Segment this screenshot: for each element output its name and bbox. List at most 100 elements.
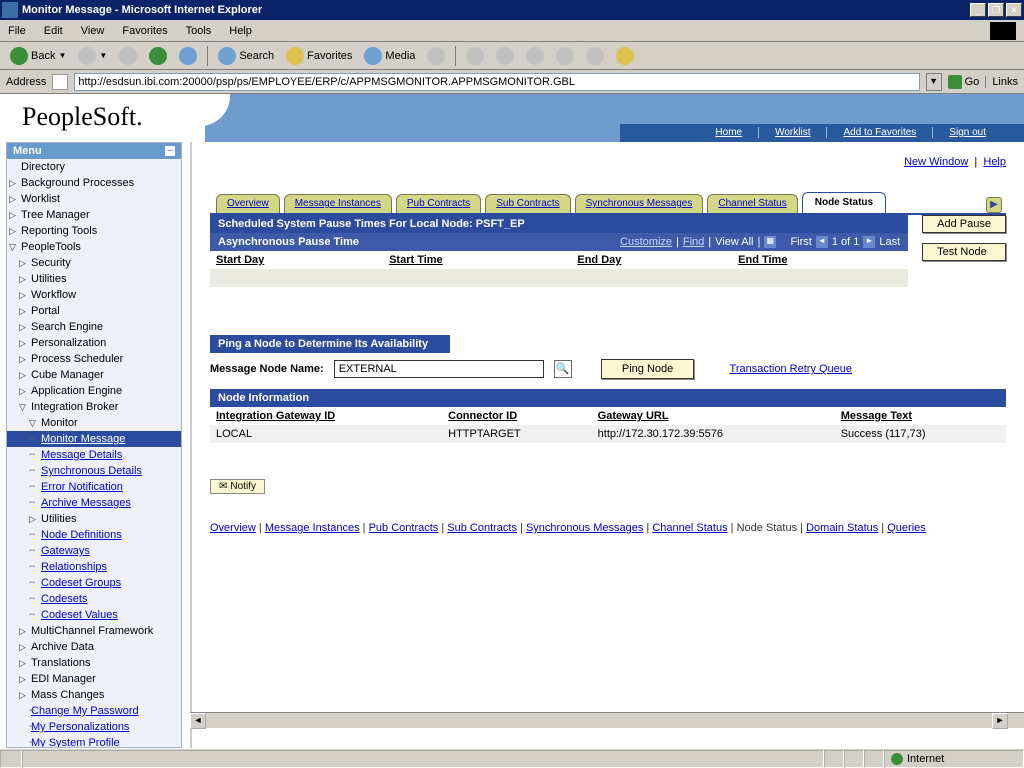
col-gateway-url[interactable]: Gateway URL: [592, 407, 835, 425]
sidebar-item-link[interactable]: Codeset Values: [41, 609, 118, 621]
stop-button[interactable]: [115, 45, 141, 67]
new-window-link[interactable]: New Window: [904, 156, 968, 168]
favorites-button[interactable]: Favorites: [282, 45, 356, 67]
sidebar-item[interactable]: Change My Password: [7, 703, 181, 719]
sidebar-item[interactable]: MultiChannel Framework: [7, 623, 181, 639]
scroll-right-icon[interactable]: ►: [992, 713, 1008, 729]
notify-button[interactable]: ✉Notify: [210, 479, 265, 494]
sidebar-item[interactable]: Personalization: [7, 335, 181, 351]
tab-synchronous-messages[interactable]: Synchronous Messages: [575, 194, 704, 213]
sidebar-item-link[interactable]: My Personalizations: [31, 721, 129, 733]
tab-sub-contracts[interactable]: Sub Contracts: [485, 194, 570, 213]
bottom-link[interactable]: Channel Status: [652, 522, 727, 534]
tab-channel-status[interactable]: Channel Status: [707, 194, 797, 213]
add-pause-button[interactable]: Add Pause: [922, 215, 1006, 233]
transaction-retry-link[interactable]: Transaction Retry Queue: [730, 363, 852, 375]
sidebar-item-link[interactable]: Archive Messages: [41, 497, 131, 509]
sidebar-item[interactable]: Background Processes: [7, 175, 181, 191]
grid-icon[interactable]: ▦: [764, 236, 776, 248]
sidebar-item[interactable]: EDI Manager: [7, 671, 181, 687]
sidebar-item[interactable]: Codeset Groups: [7, 575, 181, 591]
messenger-button[interactable]: [612, 45, 638, 67]
minimize-button[interactable]: _: [970, 3, 986, 17]
prev-icon[interactable]: ◄: [816, 236, 828, 248]
tab-overview[interactable]: Overview: [216, 194, 280, 213]
col-endday[interactable]: End Day: [571, 251, 732, 269]
sidebar-item[interactable]: Codesets: [7, 591, 181, 607]
research-button[interactable]: [582, 45, 608, 67]
history-button[interactable]: [423, 45, 449, 67]
find-link[interactable]: Find: [683, 236, 704, 248]
sidebar-item[interactable]: Security: [7, 255, 181, 271]
sidebar-item[interactable]: Application Engine: [7, 383, 181, 399]
refresh-button[interactable]: [145, 45, 171, 67]
sidebar-item[interactable]: Utilities: [7, 271, 181, 287]
print-button[interactable]: [492, 45, 518, 67]
sidebar-item-link[interactable]: Gateways: [41, 545, 90, 557]
go-button[interactable]: Go: [948, 75, 980, 89]
mail-button[interactable]: [462, 45, 488, 67]
sidebar-item[interactable]: Search Engine: [7, 319, 181, 335]
tab-message-instances[interactable]: Message Instances: [284, 194, 392, 213]
sidebar-item-link[interactable]: Message Details: [41, 449, 122, 461]
sidebar-item[interactable]: My Personalizations: [7, 719, 181, 735]
bottom-link[interactable]: Sub Contracts: [447, 522, 517, 534]
nav-worklist[interactable]: Worklist: [759, 127, 827, 138]
sidebar-item[interactable]: Archive Data: [7, 639, 181, 655]
sidebar-item[interactable]: Error Notification: [7, 479, 181, 495]
links-button[interactable]: Links: [985, 76, 1018, 88]
sidebar-item[interactable]: Gateways: [7, 543, 181, 559]
forward-button[interactable]: ▼: [74, 45, 111, 67]
sidebar-item-link[interactable]: Relationships: [41, 561, 107, 573]
sidebar-item-link[interactable]: Codeset Groups: [41, 577, 121, 589]
sidebar-item-link[interactable]: Monitor Message: [41, 433, 125, 445]
home-button[interactable]: [175, 45, 201, 67]
menu-view[interactable]: View: [81, 25, 105, 37]
nav-signout[interactable]: Sign out: [933, 127, 1002, 138]
col-starttime[interactable]: Start Time: [383, 251, 571, 269]
sidebar-item[interactable]: Cube Manager: [7, 367, 181, 383]
sidebar-item[interactable]: Node Definitions: [7, 527, 181, 543]
sidebar-item[interactable]: Translations: [7, 655, 181, 671]
customize-link[interactable]: Customize: [620, 236, 672, 248]
sidebar-item-link[interactable]: Codesets: [41, 593, 87, 605]
nav-add-favorites[interactable]: Add to Favorites: [827, 127, 933, 138]
sidebar-item-link[interactable]: Synchronous Details: [41, 465, 142, 477]
bottom-link[interactable]: Overview: [210, 522, 256, 534]
test-node-button[interactable]: Test Node: [922, 243, 1006, 261]
tab-pub-contracts[interactable]: Pub Contracts: [396, 194, 481, 213]
tab-node-status[interactable]: Node Status: [802, 192, 886, 213]
menu-edit[interactable]: Edit: [44, 25, 63, 37]
col-endtime[interactable]: End Time: [732, 251, 908, 269]
sidebar-item[interactable]: Message Details: [7, 447, 181, 463]
bottom-link[interactable]: Message Instances: [265, 522, 360, 534]
col-connector-id[interactable]: Connector ID: [442, 407, 592, 425]
bottom-link[interactable]: Queries: [887, 522, 926, 534]
bottom-link[interactable]: Domain Status: [806, 522, 878, 534]
discuss-button[interactable]: [552, 45, 578, 67]
lookup-icon[interactable]: 🔍: [554, 360, 572, 378]
nav-home[interactable]: Home: [699, 127, 759, 138]
menu-collapse-icon[interactable]: –: [165, 146, 175, 156]
sidebar-item[interactable]: Directory: [7, 159, 181, 175]
menu-tools[interactable]: Tools: [186, 25, 212, 37]
back-button[interactable]: Back▼: [6, 45, 70, 67]
sidebar-item-link[interactable]: Error Notification: [41, 481, 123, 493]
close-button[interactable]: ✕: [1006, 3, 1022, 17]
sidebar-item[interactable]: Monitor Message: [7, 431, 181, 447]
sidebar-item[interactable]: Archive Messages: [7, 495, 181, 511]
sidebar-item[interactable]: Process Scheduler: [7, 351, 181, 367]
bottom-link[interactable]: Pub Contracts: [369, 522, 439, 534]
sidebar-item[interactable]: Reporting Tools: [7, 223, 181, 239]
address-input[interactable]: [74, 73, 919, 91]
maximize-button[interactable]: ❐: [988, 3, 1004, 17]
sidebar-item[interactable]: Synchronous Details: [7, 463, 181, 479]
sidebar-item[interactable]: Worklist: [7, 191, 181, 207]
sidebar-item[interactable]: Workflow: [7, 287, 181, 303]
help-link[interactable]: Help: [983, 156, 1006, 168]
menu-favorites[interactable]: Favorites: [122, 25, 167, 37]
col-startday[interactable]: Start Day: [210, 251, 383, 269]
scroll-left-icon[interactable]: ◄: [190, 713, 206, 729]
sidebar-item-link[interactable]: Change My Password: [31, 705, 139, 717]
sidebar-item[interactable]: Portal: [7, 303, 181, 319]
